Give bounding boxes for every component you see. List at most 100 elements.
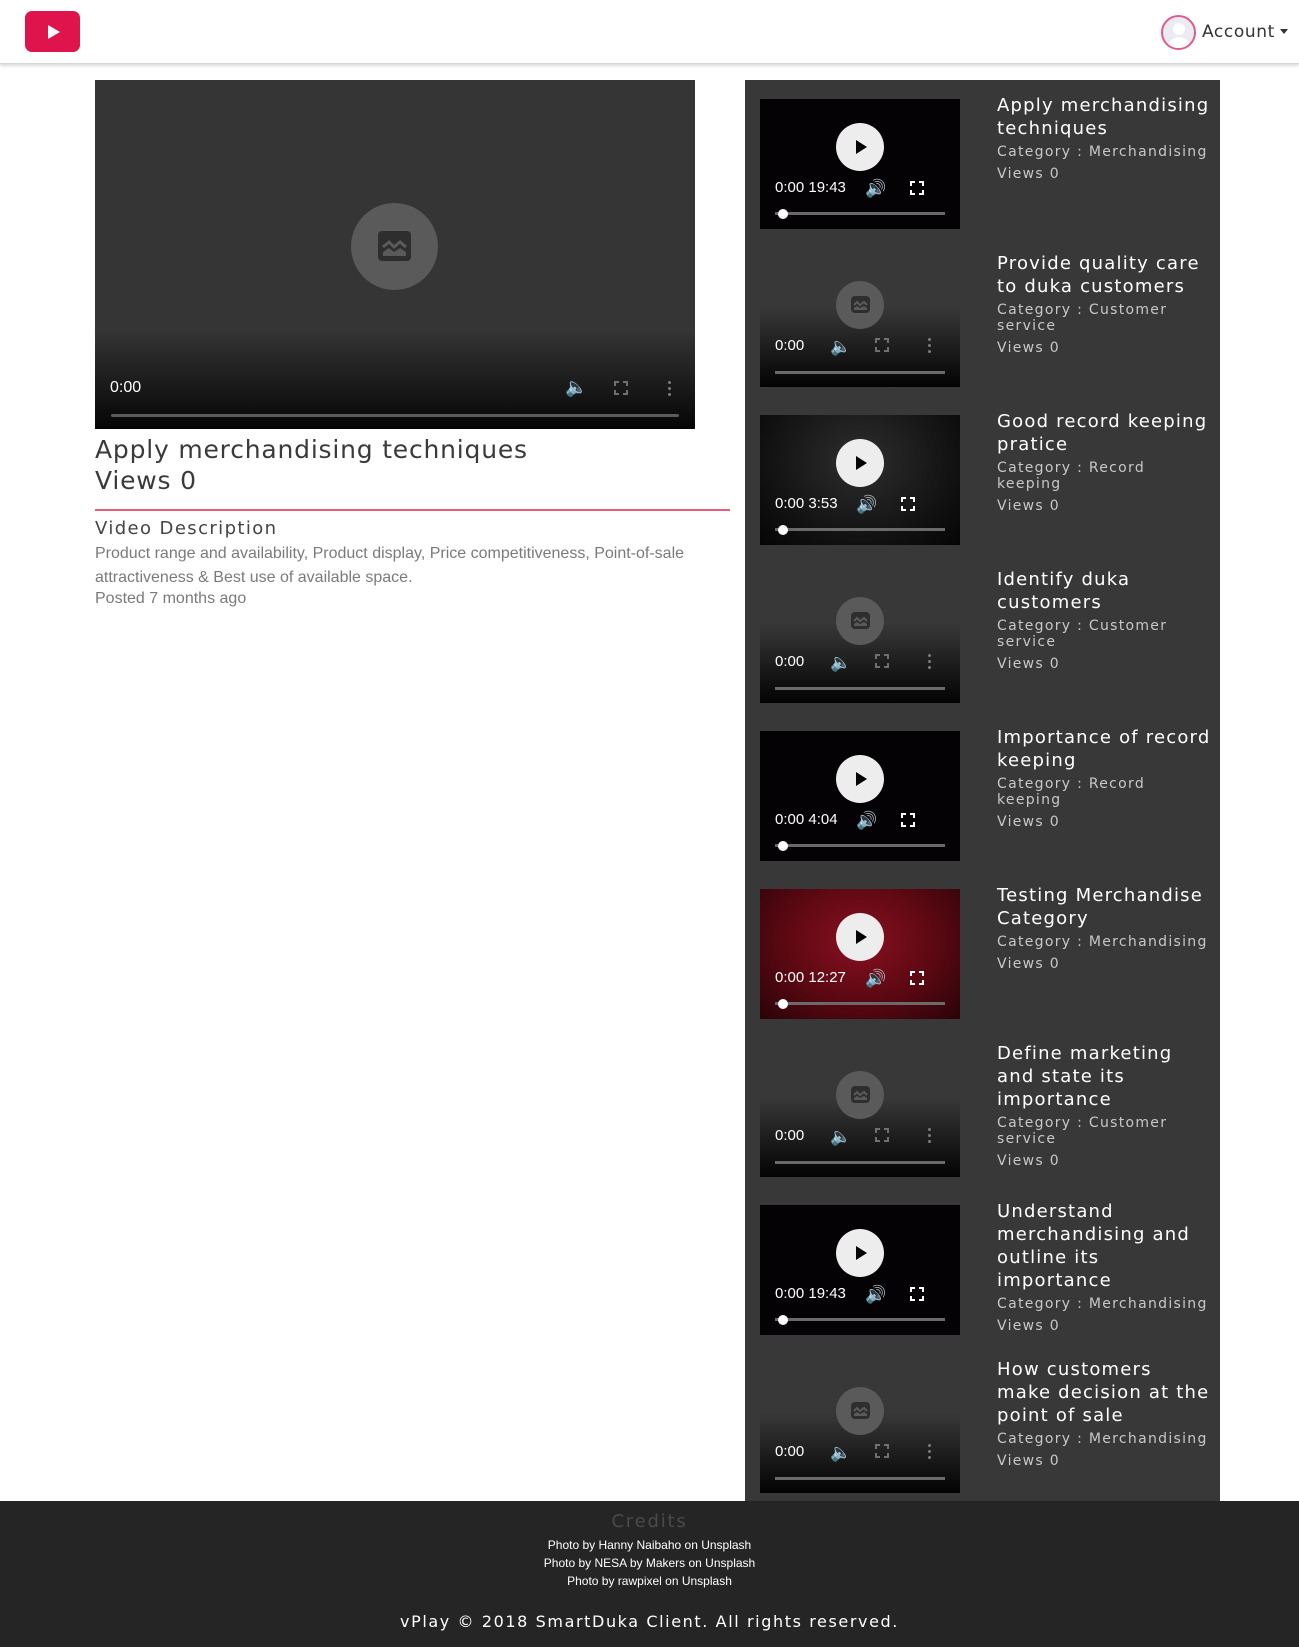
playlist-item[interactable]: 0:00 🔈 Identify duka customers Category … xyxy=(745,554,1220,712)
video-thumbnail[interactable]: 0:00 🔈 xyxy=(760,1047,960,1177)
fullscreen-icon[interactable] xyxy=(901,813,915,827)
copyright: vPlay © 2018 SmartDuka Client. All right… xyxy=(400,1612,899,1631)
volume-icon[interactable]: 🔊 xyxy=(865,969,886,989)
seek-bar[interactable] xyxy=(775,371,945,374)
volume-icon[interactable]: 🔊 xyxy=(856,495,877,515)
seek-bar[interactable] xyxy=(775,1477,945,1480)
play-icon[interactable] xyxy=(836,439,884,487)
volume-icon[interactable]: 🔊 xyxy=(865,179,886,199)
main-video-player[interactable]: 0:00 🔈 xyxy=(95,80,695,429)
video-time: 0:00 3:53 xyxy=(775,495,838,512)
playlist-item-title[interactable]: Define marketing and state its importanc… xyxy=(997,1042,1212,1111)
video-thumbnail[interactable]: 0:00 3:53 🔊 xyxy=(760,415,960,545)
volume-icon[interactable]: 🔊 xyxy=(856,811,877,831)
playlist-item-title[interactable]: Identify duka customers xyxy=(997,568,1212,614)
fullscreen-icon[interactable] xyxy=(614,381,628,395)
more-options-icon[interactable] xyxy=(928,654,932,672)
playlist-item-info: Testing Merchandise Category Category : … xyxy=(997,884,1212,972)
playlist-item-category: Category : Customer service xyxy=(997,302,1168,334)
playlist-item[interactable]: 0:00 🔈 Provide quality care to duka cust… xyxy=(745,238,1220,396)
play-icon[interactable] xyxy=(836,755,884,803)
playlist-item-title[interactable]: Understand merchandising and outline its… xyxy=(997,1200,1212,1292)
fullscreen-icon[interactable] xyxy=(910,1287,924,1301)
playlist-item[interactable]: 0:00 3:53 🔊 Good record keeping pratice … xyxy=(745,396,1220,554)
seek-knob[interactable] xyxy=(778,1315,788,1325)
playlist-item-title[interactable]: How customers make decision at the point… xyxy=(997,1358,1212,1427)
more-options-icon[interactable] xyxy=(928,1128,932,1146)
video-time: 0:00 4:04 xyxy=(775,811,838,828)
volume-icon[interactable]: 🔈 xyxy=(830,1127,851,1147)
video-thumbnail[interactable]: 0:00 12:27 🔊 xyxy=(760,889,960,1019)
video-thumbnail[interactable]: 0:00 🔈 xyxy=(760,573,960,703)
playlist-item-title[interactable]: Apply merchandising techniques xyxy=(997,94,1212,140)
playlist-item-category: Category : Customer service xyxy=(997,618,1168,650)
volume-icon[interactable]: 🔈 xyxy=(830,337,851,357)
seek-knob[interactable] xyxy=(778,999,788,1009)
playlist-item-title[interactable]: Good record keeping pratice xyxy=(997,410,1212,456)
playlist-item[interactable]: 0:00 19:43 🔊 Apply merchandising techniq… xyxy=(745,80,1220,238)
volume-icon[interactable]: 🔈 xyxy=(830,1443,851,1463)
playlist-item[interactable]: 0:00 4:04 🔊 Importance of record keeping… xyxy=(745,712,1220,870)
fullscreen-icon[interactable] xyxy=(875,1444,889,1458)
seek-bar[interactable] xyxy=(775,528,945,531)
playlist-item-views: Views 0 xyxy=(997,498,1060,514)
video-thumbnail[interactable]: 0:00 19:43 🔊 xyxy=(760,1205,960,1335)
seek-bar[interactable] xyxy=(111,414,679,417)
seek-bar[interactable] xyxy=(775,1002,945,1005)
video-thumbnail[interactable]: 0:00 🔈 xyxy=(760,1363,960,1493)
playlist-item-views: Views 0 xyxy=(997,340,1060,356)
seek-knob[interactable] xyxy=(778,209,788,219)
playlist-item-category: Category : Customer service xyxy=(997,1115,1168,1147)
video-time: 0:00 19:43 xyxy=(775,1285,846,1302)
broken-video-icon xyxy=(836,1071,884,1119)
fullscreen-icon[interactable] xyxy=(875,654,889,668)
playlist-item-category: Category : Merchandising xyxy=(997,934,1208,950)
divider xyxy=(95,509,730,511)
playlist-item[interactable]: 0:00 19:43 🔊 Understand merchandising an… xyxy=(745,1186,1220,1344)
playlist-item[interactable]: 0:00 🔈 How customers make decision at th… xyxy=(745,1344,1220,1502)
play-icon[interactable] xyxy=(836,913,884,961)
seek-bar[interactable] xyxy=(775,1318,945,1321)
credit-line: Photo by Hanny Naibaho on Unsplash xyxy=(547,1538,752,1552)
account-dropdown[interactable]: Account xyxy=(1161,14,1288,50)
chevron-down-icon[interactable] xyxy=(1279,28,1288,34)
play-icon[interactable] xyxy=(836,1229,884,1277)
seek-bar[interactable] xyxy=(775,212,945,215)
video-thumbnail[interactable]: 0:00 4:04 🔊 xyxy=(760,731,960,861)
fullscreen-icon[interactable] xyxy=(901,497,915,511)
volume-icon[interactable]: 🔈 xyxy=(830,653,851,673)
video-thumbnail[interactable]: 0:00 19:43 🔊 xyxy=(760,99,960,229)
volume-icon[interactable]: 🔈 xyxy=(565,377,587,398)
seek-bar[interactable] xyxy=(775,687,945,690)
playlist-item[interactable]: 0:00 🔈 Define marketing and state its im… xyxy=(745,1028,1220,1186)
fullscreen-icon[interactable] xyxy=(875,1128,889,1142)
fullscreen-icon[interactable] xyxy=(875,338,889,352)
account-label[interactable]: Account xyxy=(1202,22,1275,42)
video-time: 0:00 xyxy=(775,653,805,670)
more-options-icon[interactable] xyxy=(928,1444,932,1462)
seek-knob[interactable] xyxy=(778,841,788,851)
avatar[interactable] xyxy=(1161,14,1196,50)
posted-date: Posted 7 months ago xyxy=(95,590,247,607)
credit-line: Photo by NESA by Makers on Unsplash xyxy=(543,1556,756,1570)
fullscreen-icon[interactable] xyxy=(910,971,924,985)
play-icon[interactable] xyxy=(836,123,884,171)
seek-knob[interactable] xyxy=(778,525,788,535)
playlist-item-title[interactable]: Testing Merchandise Category xyxy=(997,884,1212,930)
playlist-item-category: Category : Merchandising xyxy=(997,144,1208,160)
video-time: 0:00 xyxy=(775,1443,805,1460)
play-logo-button[interactable] xyxy=(25,11,80,52)
volume-icon[interactable]: 🔊 xyxy=(865,1285,886,1305)
playlist-item-title[interactable]: Provide quality care to duka customers xyxy=(997,252,1212,298)
broken-video-icon xyxy=(351,203,438,290)
more-options-icon[interactable] xyxy=(928,338,932,356)
playlist-item[interactable]: 0:00 12:27 🔊 Testing Merchandise Categor… xyxy=(745,870,1220,1028)
video-thumbnail[interactable]: 0:00 🔈 xyxy=(760,257,960,387)
playlist-item-title[interactable]: Importance of record keeping xyxy=(997,726,1212,772)
playlist-item-views: Views 0 xyxy=(997,656,1060,672)
video-views: Views 0 xyxy=(95,466,197,495)
seek-bar[interactable] xyxy=(775,1161,945,1164)
more-options-icon[interactable] xyxy=(668,381,672,399)
fullscreen-icon[interactable] xyxy=(910,181,924,195)
seek-bar[interactable] xyxy=(775,844,945,847)
